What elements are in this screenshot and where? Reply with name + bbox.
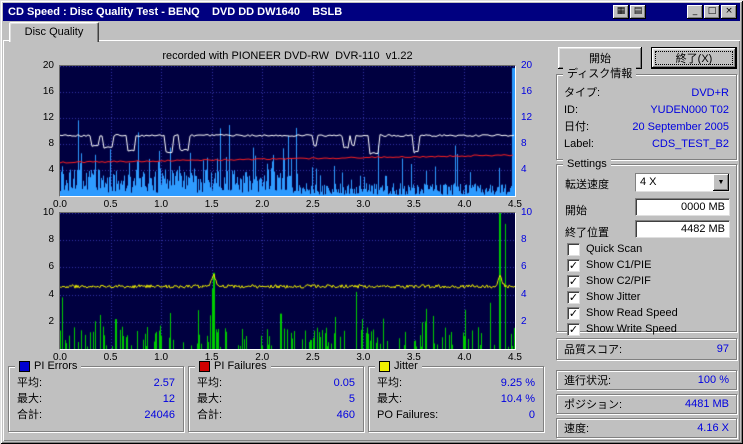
pi-failures-legend-icon <box>199 360 210 372</box>
start-position-field[interactable] <box>635 198 730 216</box>
tab-disc-quality[interactable]: Disc Quality <box>9 22 99 42</box>
quality-score-value: 97 <box>716 343 729 355</box>
exit-button[interactable]: 終了(X) <box>651 47 737 69</box>
pi-errors-chart-canvas <box>60 66 515 196</box>
title-bar[interactable]: CD Speed : Disc Quality Test - BENQ DVD … <box>3 3 740 21</box>
jitter-stats-group: Jitter 平均: 9.25 % 最大: 10.4 % PO Failures: 0 <box>368 359 544 432</box>
disc-info-row: 日付: 20 September 2005 <box>564 121 729 133</box>
quick-scan-checkbox[interactable] <box>567 242 580 256</box>
chart-recorded-with-label: recorded with PIONEER DVD-RW DVR-110 v1.… <box>162 50 413 62</box>
disc-info-row: ID: YUDEN000 T02 <box>564 104 729 116</box>
show-write-speed-checkbox[interactable]: ✓ <box>567 322 580 336</box>
show-read-speed-checkbox-row[interactable]: ✓ Show Read Speed <box>567 305 730 321</box>
start-button[interactable]: 開始 <box>558 47 642 69</box>
show-write-speed-checkbox-row[interactable]: ✓ Show Write Speed <box>567 321 730 337</box>
quality-score-box: 品質スコア: 97 <box>556 338 737 360</box>
start-position-label: 開始 <box>565 205 587 217</box>
disc-info-row: Label: CDS_TEST_B2 <box>564 138 729 150</box>
disc-info-group: ディスク情報 タイプ: DVD+R ID: YUDEN000 T02 日付: 20 S… <box>556 67 737 160</box>
pi-errors-stats-group: PI Errors 平均: 2.57 最大: 12 合計: 24046 <box>8 359 184 432</box>
pi-errors-chart <box>59 65 516 197</box>
transfer-speed-label: 転送速度 <box>565 179 609 191</box>
pi-errors-legend-icon <box>19 360 30 372</box>
disc-info-row: タイプ: DVD+R <box>564 87 729 99</box>
show-c2-pif-checkbox[interactable]: ✓ <box>567 274 580 288</box>
settings-group: Settings 転送速度 4 X ▼ 開始 終了位置 Quick Scan ✓… <box>556 157 737 336</box>
show-jitter-checkbox[interactable]: ✓ <box>567 290 580 304</box>
pi-failures-jitter-chart <box>59 212 516 350</box>
transfer-speed-value: 4 X <box>636 174 713 191</box>
chevron-down-icon[interactable]: ▼ <box>713 174 729 191</box>
window-title: CD Speed : Disc Quality Test - BENQ DVD … <box>8 6 343 18</box>
jitter-legend-icon <box>379 360 390 372</box>
settings-title: Settings <box>563 157 611 171</box>
disc-info-title: ディスク情報 <box>563 67 637 81</box>
progress-box: 進行状況: 100 % <box>556 370 737 390</box>
close-button[interactable]: × <box>721 5 737 19</box>
pi-failures-jitter-chart-canvas <box>60 213 515 349</box>
position-box: ポジション: 4481 MB <box>556 394 737 414</box>
transfer-speed-select[interactable]: 4 X ▼ <box>635 173 730 192</box>
show-c1-pie-checkbox-row[interactable]: ✓ Show C1/PIE <box>567 257 730 273</box>
show-read-speed-checkbox[interactable]: ✓ <box>567 306 580 320</box>
end-position-label: 終了位置 <box>565 227 609 239</box>
pi-failures-stats-title: PI Failures <box>214 360 267 372</box>
speed-box: 速度: 4.16 X <box>556 418 737 438</box>
quality-score-label: 品質スコア: <box>564 344 623 356</box>
show-c1-pie-checkbox[interactable]: ✓ <box>567 258 580 272</box>
titlebar-tool2-icon[interactable]: ▤ <box>630 5 646 19</box>
quick-scan-checkbox-row[interactable]: Quick Scan <box>567 241 730 257</box>
app-window: CD Speed : Disc Quality Test - BENQ DVD … <box>0 0 743 444</box>
pi-failures-stats-group: PI Failures 平均: 0.05 最大: 5 合計: 460 <box>188 359 364 432</box>
maximize-button[interactable]: □ <box>704 5 720 19</box>
show-jitter-checkbox-row[interactable]: ✓ Show Jitter <box>567 289 730 305</box>
minimize-button[interactable]: _ <box>687 5 703 19</box>
pi-errors-stats-title: PI Errors <box>34 360 78 372</box>
end-position-field[interactable] <box>635 220 730 238</box>
show-c2-pif-checkbox-row[interactable]: ✓ Show C2/PIF <box>567 273 730 289</box>
jitter-stats-title: Jitter <box>394 360 418 372</box>
titlebar-tool1-icon[interactable]: ▦ <box>613 5 629 19</box>
titlebar-buttons: ▦ ▤ _ □ × <box>613 5 740 19</box>
